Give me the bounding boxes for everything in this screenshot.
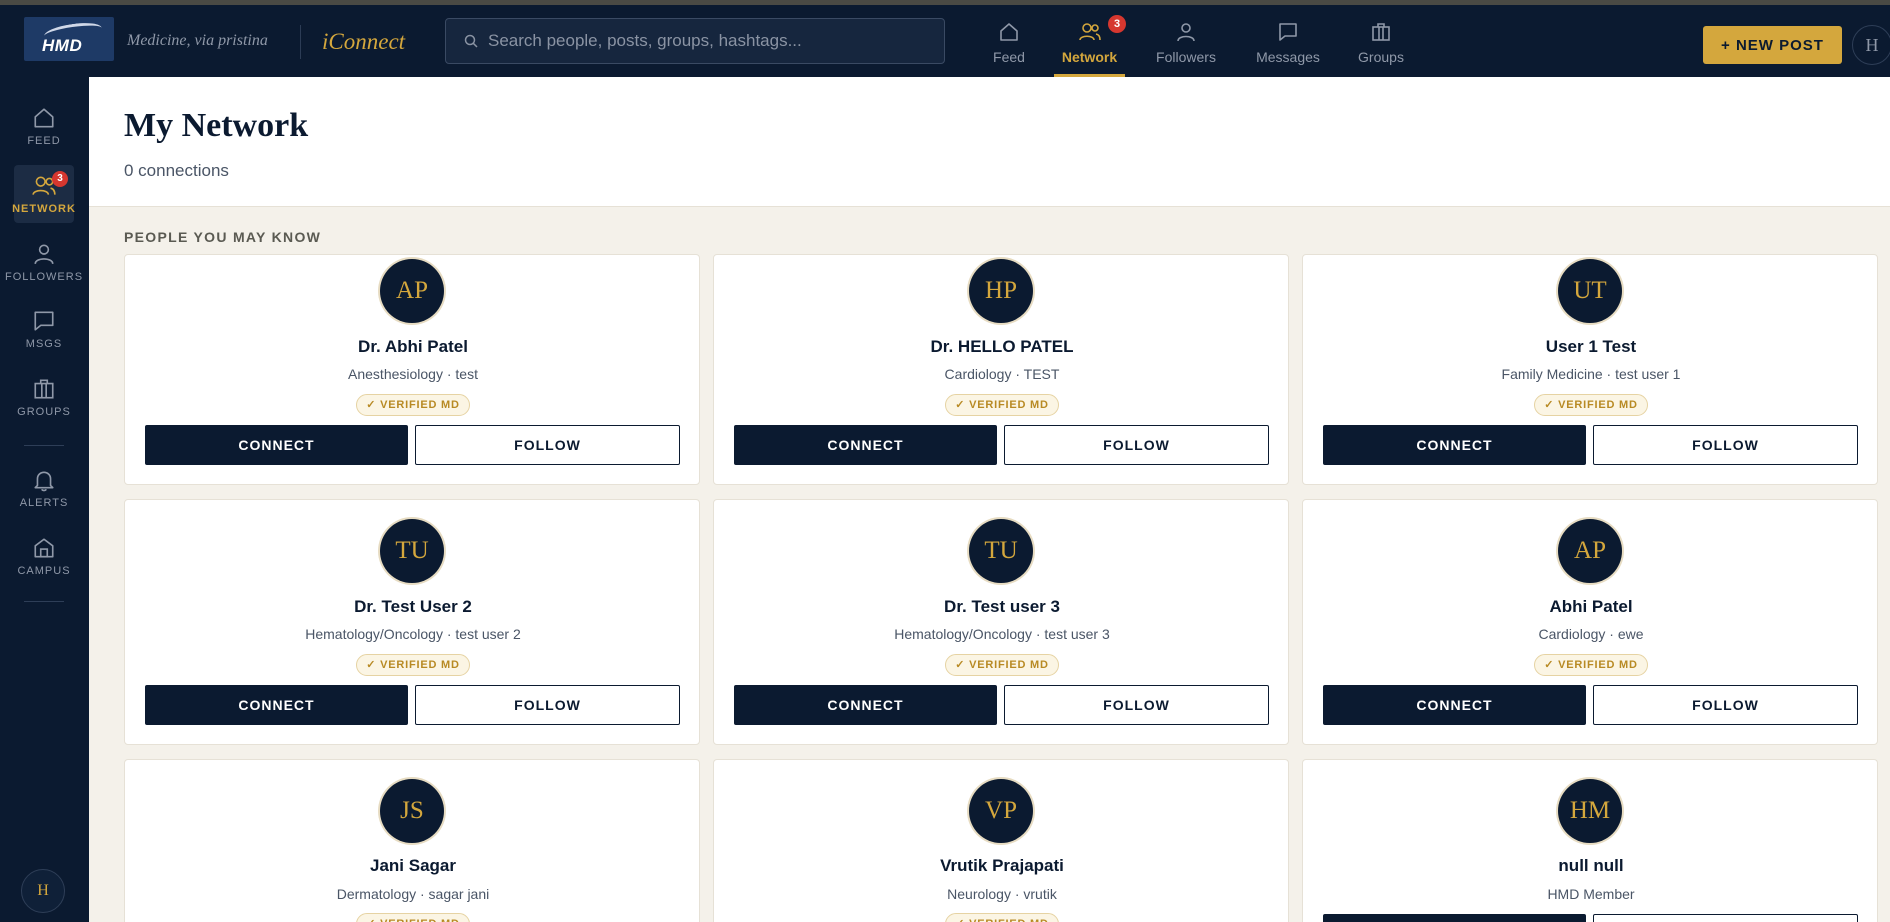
avatar[interactable]: VP xyxy=(969,779,1033,843)
person-meta: Anesthesiology · test xyxy=(348,366,478,382)
verified-badge: ✓ VERIFIED MD xyxy=(356,394,470,416)
person-name[interactable]: Dr. Test user 3 xyxy=(714,597,1290,617)
verified-badge: ✓ VERIFIED MD xyxy=(945,654,1059,676)
person-name[interactable]: null null xyxy=(1303,856,1877,876)
follow-button[interactable]: FOLLOW xyxy=(1004,685,1269,725)
person-card: TU Dr. Test user 3 Hematology/Oncology ·… xyxy=(713,499,1289,745)
person-name[interactable]: Vrutik Prajapati xyxy=(714,856,1288,876)
avatar[interactable]: HP xyxy=(969,259,1033,323)
person-card: AP Dr. Abhi Patel Anesthesiology · test … xyxy=(124,254,700,485)
avatar[interactable]: HM xyxy=(1558,779,1622,843)
connect-button[interactable]: CONNECT xyxy=(1323,425,1586,465)
person-meta: Hematology/Oncology · test user 3 xyxy=(894,626,1110,642)
person-meta: Neurology · vrutik xyxy=(947,886,1057,902)
person-name[interactable]: Dr. Abhi Patel xyxy=(125,337,701,357)
follow-button[interactable]: FOLLOW xyxy=(415,425,680,465)
person-card: HM null null HMD Member CONNECT FOLLOW xyxy=(1302,759,1878,922)
connect-button[interactable]: CONNECT xyxy=(145,685,408,725)
avatar[interactable]: AP xyxy=(380,259,444,323)
follow-button[interactable]: FOLLOW xyxy=(415,685,680,725)
avatar[interactable]: UT xyxy=(1558,259,1622,323)
person-meta: HMD Member xyxy=(1547,886,1635,902)
verified-badge: ✓ VERIFIED MD xyxy=(945,394,1059,416)
person-meta: Cardiology · ewe xyxy=(1538,626,1644,642)
person-card: TU Dr. Test User 2 Hematology/Oncology ·… xyxy=(124,499,700,745)
person-card: VP Vrutik Prajapati Neurology · vrutik ✓… xyxy=(713,759,1289,922)
person-meta: Dermatology · sagar jani xyxy=(336,886,490,902)
verified-badge: ✓ VERIFIED MD xyxy=(945,913,1059,922)
person-card: HP Dr. HELLO PATEL Cardiology · TEST ✓ V… xyxy=(713,254,1289,485)
person-card: AP Abhi Patel Cardiology · ewe ✓ VERIFIE… xyxy=(1302,499,1878,745)
person-card: JS Jani Sagar Dermatology · sagar jani ✓… xyxy=(124,759,700,922)
follow-button[interactable]: FOLLOW xyxy=(1593,685,1858,725)
verified-badge: ✓ VERIFIED MD xyxy=(356,654,470,676)
person-name[interactable]: User 1 Test xyxy=(1303,337,1879,357)
avatar[interactable]: AP xyxy=(1558,519,1622,583)
person-name[interactable]: Dr. Test User 2 xyxy=(125,597,701,617)
person-name[interactable]: Abhi Patel xyxy=(1303,597,1879,617)
people-grid: AP Dr. Abhi Patel Anesthesiology · test … xyxy=(0,0,1890,922)
follow-button[interactable]: FOLLOW xyxy=(1593,425,1858,465)
connect-button[interactable]: CONNECT xyxy=(1323,685,1586,725)
avatar[interactable]: TU xyxy=(969,519,1033,583)
avatar[interactable]: JS xyxy=(380,779,444,843)
follow-button[interactable]: FOLLOW xyxy=(1004,425,1269,465)
connect-button[interactable]: CONNECT xyxy=(734,425,997,465)
person-name[interactable]: Dr. HELLO PATEL xyxy=(714,337,1290,357)
connect-button[interactable]: CONNECT xyxy=(145,425,408,465)
verified-badge: ✓ VERIFIED MD xyxy=(1534,654,1648,676)
follow-button[interactable]: FOLLOW xyxy=(1593,914,1858,922)
person-card: UT User 1 Test Family Medicine · test us… xyxy=(1302,254,1878,485)
verified-badge: ✓ VERIFIED MD xyxy=(356,913,470,922)
person-name[interactable]: Jani Sagar xyxy=(125,856,699,876)
avatar[interactable]: TU xyxy=(380,519,444,583)
person-meta: Family Medicine · test user 1 xyxy=(1501,366,1681,382)
verified-badge: ✓ VERIFIED MD xyxy=(1534,394,1648,416)
connect-button[interactable]: CONNECT xyxy=(734,685,997,725)
connect-button[interactable]: CONNECT xyxy=(1323,914,1586,922)
person-meta: Cardiology · TEST xyxy=(944,366,1060,382)
person-meta: Hematology/Oncology · test user 2 xyxy=(305,626,521,642)
